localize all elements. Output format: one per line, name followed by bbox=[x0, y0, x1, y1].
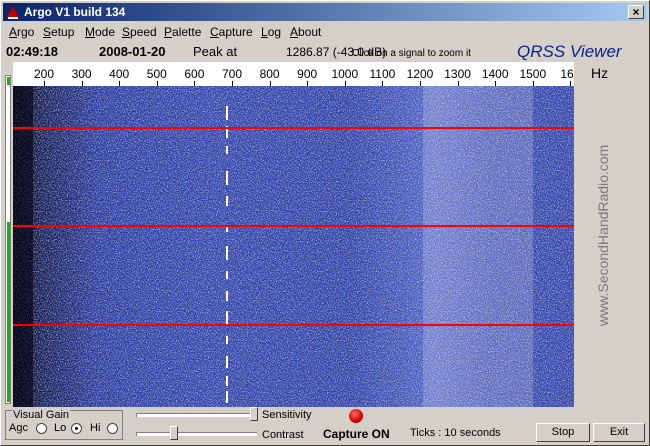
signal-trace bbox=[226, 106, 228, 120]
freq-tick-label: 600 bbox=[184, 67, 205, 81]
freq-tick-label: 1000 bbox=[331, 67, 359, 81]
signal-trace bbox=[226, 336, 228, 344]
waterfall-display[interactable] bbox=[13, 86, 574, 407]
exit-button[interactable]: Exit bbox=[593, 423, 645, 442]
signal-level-bar bbox=[5, 75, 11, 404]
sensitivity-label: Sensitivity bbox=[262, 409, 312, 421]
contrast-track[interactable] bbox=[136, 432, 257, 436]
menu-palette[interactable]: Palette bbox=[164, 25, 201, 39]
menu-argo[interactable]: Argo bbox=[9, 25, 34, 39]
close-icon[interactable]: × bbox=[628, 5, 644, 19]
freq-tick-label: 1200 bbox=[406, 67, 434, 81]
stop-button[interactable]: Stop bbox=[536, 423, 590, 442]
agc-label: Agc bbox=[9, 422, 28, 434]
signal-trace bbox=[226, 291, 228, 301]
brand-logo: QRSS Viewer bbox=[517, 42, 622, 61]
contrast-label: Contrast bbox=[262, 429, 304, 441]
freq-tick-label: 1300 bbox=[444, 67, 471, 81]
freq-tick-label: 1400 bbox=[481, 67, 509, 81]
freq-tick-label: 800 bbox=[259, 67, 280, 81]
peak-label: Peak at bbox=[193, 44, 238, 59]
agc-radio[interactable] bbox=[36, 423, 47, 434]
marker-line bbox=[13, 225, 574, 227]
signal-trace bbox=[226, 171, 228, 185]
zoom-hint: Click on a signal to zoom it bbox=[352, 48, 471, 59]
freq-tick-label: 1500 bbox=[519, 67, 547, 81]
freq-tick-label: 200 bbox=[33, 67, 55, 81]
menu-setup[interactable]: Setup bbox=[43, 25, 74, 39]
menu-capture[interactable]: Capture bbox=[210, 25, 253, 39]
signal-trace bbox=[226, 246, 228, 260]
signal-trace bbox=[226, 196, 228, 206]
hz-unit-label: Hz bbox=[591, 65, 609, 81]
menu-mode[interactable]: Mode bbox=[85, 25, 115, 39]
freq-tick-label: 500 bbox=[146, 67, 167, 81]
title-bar: Argo V1 build 134 × bbox=[3, 3, 647, 21]
signal-trace bbox=[226, 146, 228, 154]
lo-radio[interactable] bbox=[71, 423, 82, 434]
hi-label: Hi bbox=[90, 422, 101, 434]
ticks-info: Ticks : 10 seconds bbox=[410, 427, 501, 439]
signal-trace bbox=[226, 391, 228, 403]
level-peak bbox=[7, 77, 10, 85]
app-window: Argo V1 build 134 × Argo Setup Mode Spee… bbox=[0, 0, 650, 446]
app-icon bbox=[7, 6, 19, 19]
window-title: Argo V1 build 134 bbox=[24, 5, 126, 19]
capture-status: Capture ON bbox=[323, 427, 390, 441]
menu-about[interactable]: About bbox=[290, 25, 321, 39]
marker-line bbox=[13, 324, 574, 326]
sensitivity-slider[interactable] bbox=[250, 407, 258, 421]
signal-trace bbox=[226, 311, 228, 325]
capture-indicator-icon bbox=[349, 409, 363, 423]
status-line: 02:49:18 2008-01-20 Peak at 1286.87 (-43… bbox=[1, 42, 650, 62]
freq-tick-label: 400 bbox=[109, 67, 130, 81]
sensitivity-track[interactable] bbox=[136, 413, 257, 417]
freq-tick-label: 160 bbox=[560, 67, 574, 81]
visual-gain-title: Visual Gain bbox=[12, 409, 71, 421]
contrast-slider[interactable] bbox=[170, 426, 179, 440]
freq-tick-label: 300 bbox=[71, 67, 92, 81]
clock-time: 02:49:18 bbox=[6, 44, 59, 59]
waterfall-noise bbox=[13, 86, 574, 407]
menu-log[interactable]: Log bbox=[261, 25, 281, 39]
clock-date: 2008-01-20 bbox=[99, 44, 166, 59]
freq-tick-label: 700 bbox=[221, 67, 243, 81]
signal-trace bbox=[226, 271, 228, 279]
menu-speed[interactable]: Speed bbox=[122, 25, 157, 39]
side-watermark: www.SecondHandRadio.com bbox=[595, 144, 611, 326]
signal-trace bbox=[226, 356, 228, 368]
level-fill bbox=[7, 222, 10, 402]
freq-tick-label: 1100 bbox=[369, 67, 396, 81]
freq-tick-label: 900 bbox=[297, 67, 318, 81]
lo-label: Lo bbox=[54, 422, 67, 434]
signal-trace bbox=[226, 376, 228, 386]
hi-radio[interactable] bbox=[107, 423, 118, 434]
visual-gain-group: Visual Gain Agc Lo Hi bbox=[5, 409, 123, 440]
marker-line bbox=[13, 127, 574, 129]
frequency-ruler[interactable]: 200 300 400 500 600 700 800 900 1000 1100 1200 1300… bbox=[13, 62, 574, 86]
menu-bar: Argo Setup Mode Speed Palette Capture Lo… bbox=[3, 23, 647, 41]
